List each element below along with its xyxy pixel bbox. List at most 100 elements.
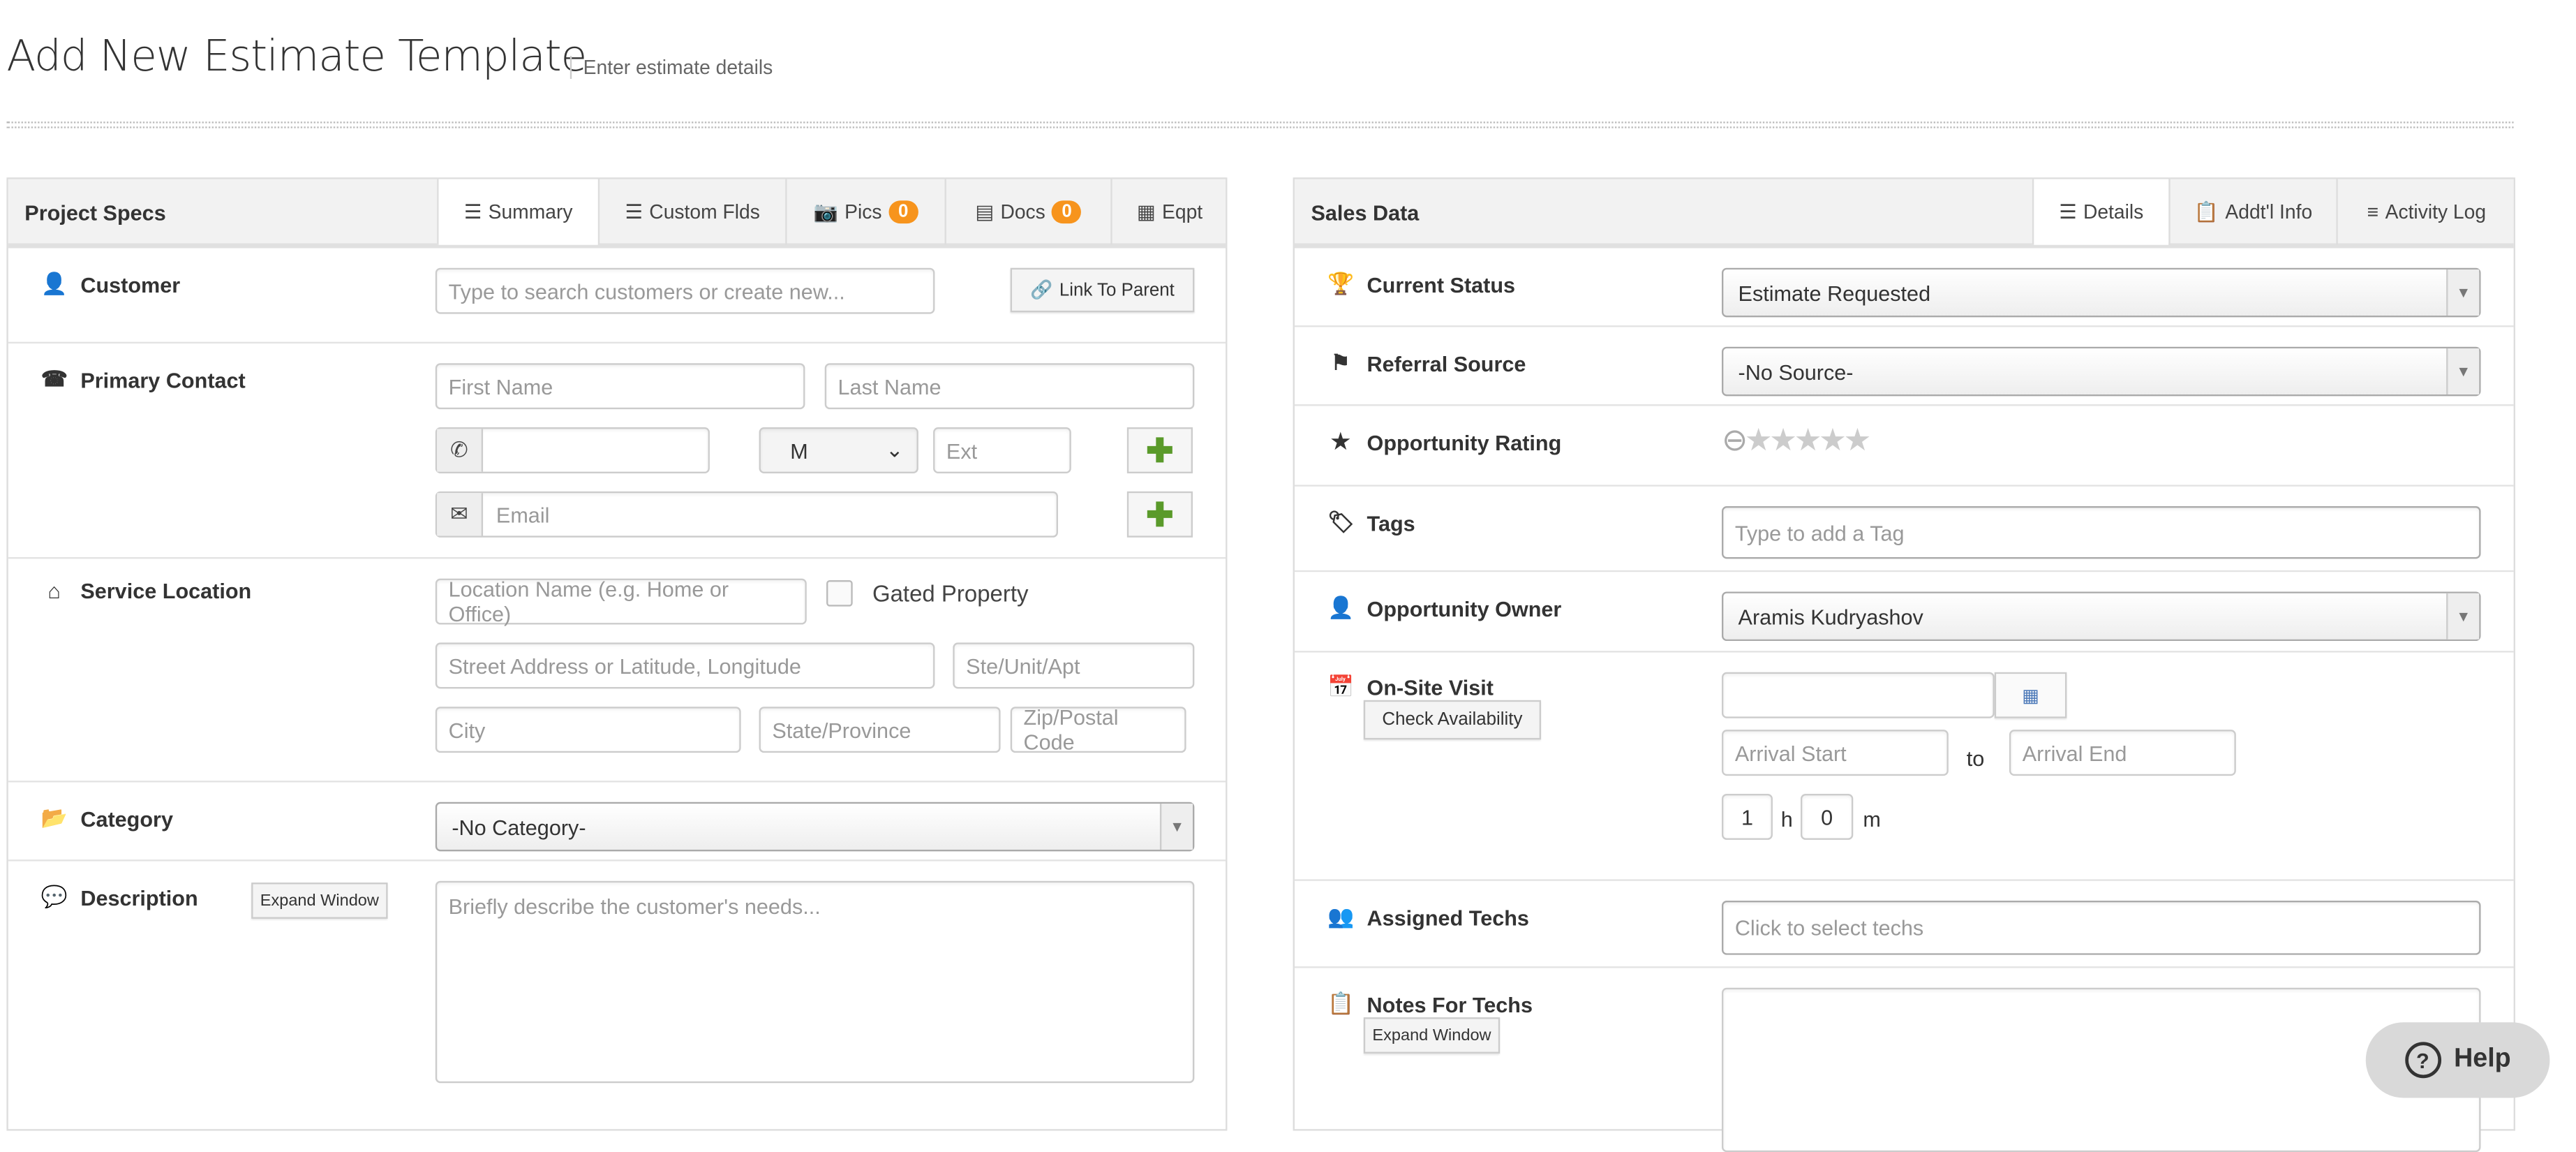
tab-label: Activity Log <box>2385 200 2487 224</box>
star-icon[interactable]: ★ <box>1745 424 1773 458</box>
tab-pics[interactable]: 📷 Pics 0 <box>785 179 944 245</box>
placeholder: Email <box>496 502 550 527</box>
sales-data-panel: Sales Data ☰ Details 📋 Addt'l Info ≡ Activi… <box>1293 177 2515 1152</box>
select-value: -No Source- <box>1738 359 1854 384</box>
gated-property-checkbox[interactable] <box>826 579 853 607</box>
first-name-input[interactable]: First Name <box>435 363 805 410</box>
category-select[interactable]: -No Category- ▼ <box>435 802 1195 852</box>
folder-icon: 📂 <box>40 805 68 830</box>
label-text: Category <box>80 806 174 831</box>
arrival-end-input[interactable]: Arrival End <box>2009 730 2236 776</box>
label-text: On-Site Visit <box>1367 674 1494 700</box>
city-input[interactable]: City <box>435 707 741 753</box>
notes-for-techs-row: 📋 Notes For Techs Expand Window <box>1295 968 2514 1152</box>
tab-eqpt[interactable]: ▦ Eqpt <box>1110 179 1227 245</box>
label-text: Customer <box>80 272 181 297</box>
check-availability-button[interactable]: Check Availability <box>1363 700 1542 740</box>
label-text: Primary Contact <box>80 367 246 392</box>
current-status-select[interactable]: Estimate Requested ▼ <box>1721 267 2481 318</box>
opportunity-owner-select[interactable]: Aramis Kudryashov ▼ <box>1721 591 2481 642</box>
arrival-start-input[interactable]: Arrival Start <box>1721 730 1949 776</box>
caret-down-icon: ▼ <box>2446 348 2480 394</box>
location-name-input[interactable]: Location Name (e.g. Home or Office) <box>435 577 807 626</box>
tab-custom-flds[interactable]: ☰ Custom Flds <box>597 179 785 245</box>
tags-input[interactable]: Type to add a Tag <box>1721 506 2481 559</box>
field-label: ⌂ Service Location <box>41 579 251 603</box>
email-input[interactable]: ✉ Email <box>435 491 1058 538</box>
comment-user-icon: 💬 <box>40 884 68 909</box>
tab-label: Details <box>2083 200 2144 224</box>
add-email-button[interactable]: ✚ <box>1126 491 1193 538</box>
current-status-row: 🏆 Current Status Estimate Requested ▼ <box>1294 248 2514 327</box>
phone-icon: ☎ <box>40 366 68 392</box>
select-value: M <box>790 438 808 463</box>
add-phone-button[interactable]: ✚ <box>1126 427 1193 473</box>
tags-row: 🏷 Tags Type to add a Tag <box>1294 487 2514 573</box>
ext-input[interactable]: Ext <box>933 427 1071 473</box>
tab-label: Pics <box>844 200 882 224</box>
star-icon[interactable]: ★ <box>1819 424 1847 458</box>
phone-type-select[interactable]: M ⌄ <box>759 427 918 473</box>
user-icon: 👤 <box>40 271 68 296</box>
field-label: 📋 Notes For Techs <box>1327 991 1533 1017</box>
label-text: Referral Source <box>1367 350 1526 376</box>
last-name-input[interactable]: Last Name <box>824 363 1195 410</box>
tab-label: Addt'l Info <box>2225 200 2313 224</box>
select-value: -No Category- <box>452 814 586 839</box>
star-icon: ★ <box>1331 429 1350 454</box>
field-label: 🏷 Tags <box>1327 510 1415 536</box>
field-label: 👥 Assigned Techs <box>1327 904 1529 931</box>
assigned-techs-input[interactable]: Click to select techs <box>1721 900 2481 955</box>
tab-label: Eqpt <box>1162 200 1203 224</box>
tab-activity-log[interactable]: ≡ Activity Log <box>2336 179 2515 245</box>
rating-stars[interactable]: ⊖★★★★★ <box>1722 422 1872 460</box>
tab-label: Custom Flds <box>649 200 760 224</box>
user-tie-icon: 👤 <box>1327 595 1355 620</box>
tab-addtl-info[interactable]: 📋 Addt'l Info <box>2168 179 2336 245</box>
duration-minutes-input[interactable]: 0 <box>1800 793 1854 840</box>
tab-summary[interactable]: ☰ Summary <box>437 179 598 245</box>
zip-input[interactable]: Zip/Postal Code <box>1010 705 1186 754</box>
page: Add New Estimate Template Enter estimate… <box>0 0 2576 1152</box>
star-icon[interactable]: ★ <box>1769 424 1797 458</box>
help-button[interactable]: ? Help <box>2365 1022 2550 1098</box>
visit-date-input[interactable] <box>1721 672 1995 718</box>
star-icon[interactable]: ★ <box>1794 424 1822 458</box>
referral-source-select[interactable]: -No Source- ▼ <box>1721 346 2481 397</box>
tab-docs[interactable]: ▤ Docs 0 <box>944 179 1111 245</box>
star-icon[interactable]: ★ <box>1843 424 1871 458</box>
expand-window-button[interactable]: Expand Window <box>251 883 388 919</box>
customer-row: 👤 Customer Type to search customers or cr… <box>8 248 1226 344</box>
users-icon: 👥 <box>1327 903 1355 929</box>
label-text: Description <box>80 885 198 910</box>
link-to-parent-button[interactable]: 🔗 Link To Parent <box>1010 267 1195 313</box>
to-label: to <box>1966 746 1985 771</box>
list-icon: ☰ <box>625 200 643 224</box>
opportunity-owner-row: 👤 Opportunity Owner Aramis Kudryashov ▼ <box>1294 572 2514 653</box>
link-icon: 🔗 <box>1030 281 1053 301</box>
duration-hours-input[interactable]: 1 <box>1721 793 1773 840</box>
equipment-icon: ▦ <box>1136 200 1156 224</box>
label-text: Notes For Techs <box>1367 991 1533 1017</box>
clear-rating-icon[interactable]: ⊖ <box>1722 424 1748 458</box>
envelope-icon: ✉ <box>437 493 484 536</box>
expand-window-button[interactable]: Expand Window <box>1363 1017 1501 1054</box>
description-textarea[interactable]: Briefly describe the customer's needs... <box>435 880 1195 1084</box>
select-value: Estimate Requested <box>1738 280 1931 305</box>
panel-title: Sales Data <box>1311 200 1420 226</box>
panel-title: Project Specs <box>24 200 166 226</box>
field-label: 📅 On-Site Visit <box>1327 674 1494 700</box>
state-input[interactable]: State/Province <box>759 707 1001 753</box>
trophy-icon: 🏆 <box>1327 271 1355 296</box>
home-icon: ⌂ <box>47 578 61 603</box>
street-input[interactable]: Street Address or Latitude, Longitude <box>435 642 935 689</box>
chevron-down-icon: ⌄ <box>886 437 904 462</box>
tab-details[interactable]: ☰ Details <box>2032 179 2169 245</box>
phone-icon: ✆ <box>437 429 484 472</box>
unit-input[interactable]: Ste/Unit/Apt <box>953 642 1195 689</box>
question-icon: ? <box>2404 1042 2441 1079</box>
phone-input[interactable]: ✆ <box>435 427 710 473</box>
calendar-picker-button[interactable]: ▦ <box>1994 672 2067 718</box>
customer-search-input[interactable]: Type to search customers or create new..… <box>435 267 935 314</box>
divider <box>6 121 2514 128</box>
